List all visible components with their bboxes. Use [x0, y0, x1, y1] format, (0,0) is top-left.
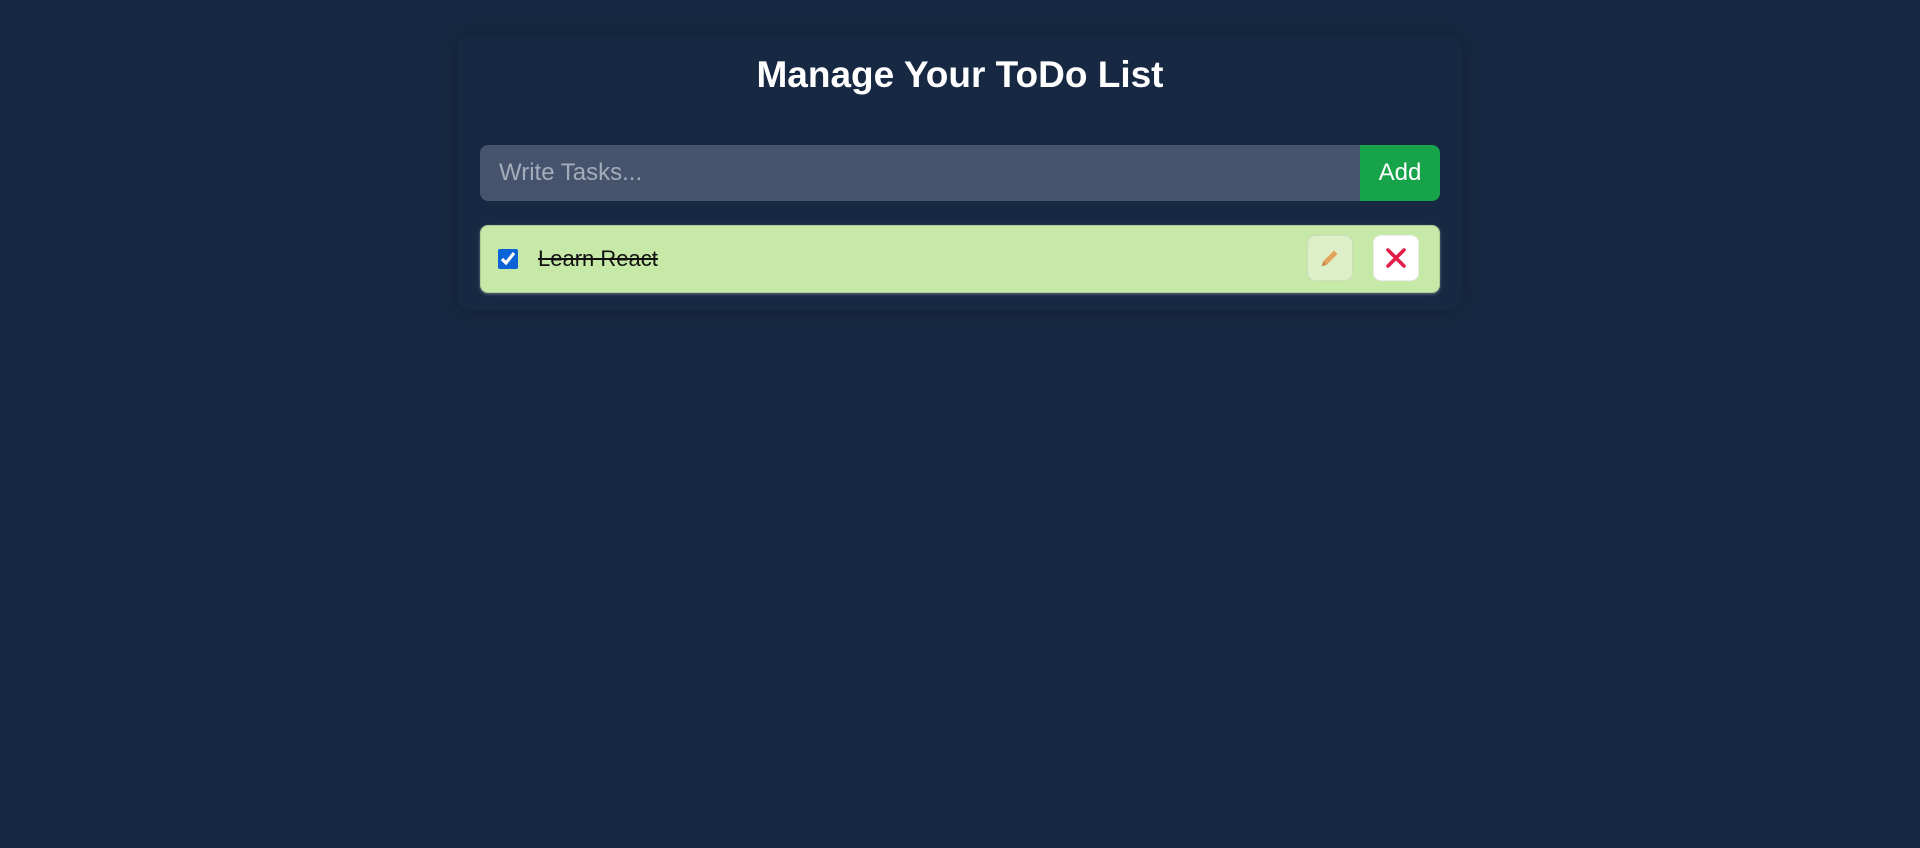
- add-task-form: Add: [480, 145, 1440, 201]
- pencil-icon: [1319, 247, 1341, 269]
- delete-todo-button[interactable]: [1373, 235, 1419, 281]
- todo-item: Learn React: [480, 225, 1440, 293]
- todo-text: Learn React: [538, 246, 658, 271]
- edit-todo-button[interactable]: [1307, 235, 1353, 281]
- close-icon: [1384, 246, 1408, 270]
- todo-complete-checkbox[interactable]: [498, 249, 518, 269]
- page-title: Manage Your ToDo List: [756, 54, 1164, 95]
- add-button[interactable]: Add: [1360, 145, 1440, 201]
- task-input[interactable]: [480, 145, 1360, 201]
